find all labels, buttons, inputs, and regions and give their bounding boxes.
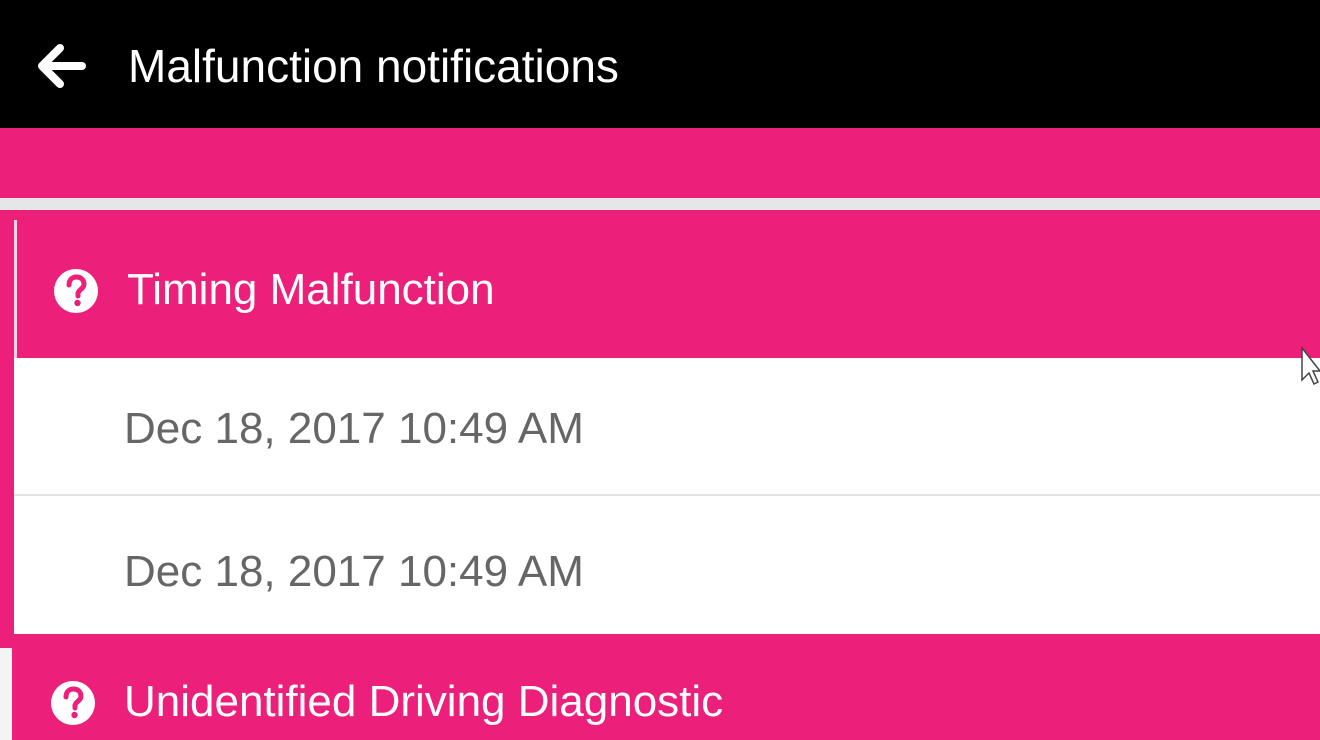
- group-header-unidentified-driving-diagnostic[interactable]: Unidentified Driving Diagnostic: [14, 636, 1320, 740]
- list-edge: [0, 648, 12, 740]
- mouse-cursor-icon: [1301, 346, 1320, 386]
- group-title: Unidentified Driving Diagnostic: [124, 677, 724, 726]
- group-header-timing-malfunction[interactable]: Timing Malfunction: [14, 220, 1320, 360]
- help-circle-icon: [51, 681, 95, 725]
- list-item[interactable]: Dec 18, 2017 10:49 AM: [14, 498, 1320, 634]
- divider: [0, 198, 1320, 210]
- entry-timestamp: Dec 18, 2017 10:49 AM: [124, 404, 584, 453]
- back-button[interactable]: [36, 40, 88, 92]
- group-title: Timing Malfunction: [127, 265, 495, 314]
- arrow-left-icon: [38, 44, 86, 88]
- timing-malfunction-entries: Dec 18, 2017 10:49 AM Dec 18, 2017 10:49…: [14, 358, 1320, 634]
- header-accent-strip: [0, 128, 1320, 198]
- app-bar: Malfunction notifications: [0, 0, 1320, 128]
- page-title: Malfunction notifications: [128, 40, 619, 92]
- list-item[interactable]: Dec 18, 2017 10:49 AM: [14, 358, 1320, 496]
- entry-timestamp: Dec 18, 2017 10:49 AM: [124, 547, 584, 596]
- help-circle-icon: [54, 269, 98, 313]
